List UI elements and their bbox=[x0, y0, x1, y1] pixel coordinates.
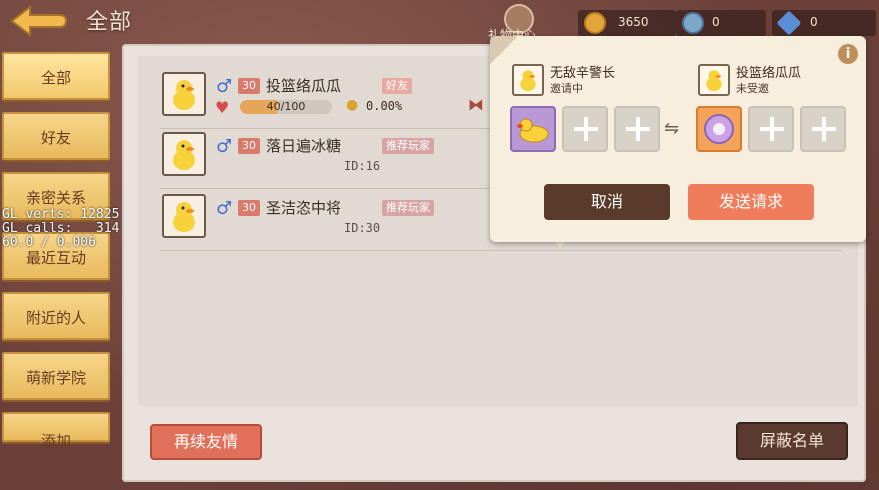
invitee-status: 未受邀 bbox=[736, 82, 769, 95]
item-slot-empty[interactable] bbox=[614, 106, 660, 152]
gold-resource: 3650 bbox=[578, 10, 676, 36]
diamond-resource: 0 bbox=[772, 10, 876, 36]
page-title: 全部 bbox=[86, 10, 133, 35]
duck-avatar-icon bbox=[520, 70, 536, 92]
avatar bbox=[698, 64, 730, 96]
duck-avatar-icon bbox=[173, 140, 195, 170]
level-badge: 30 bbox=[238, 138, 260, 154]
avatar bbox=[162, 132, 206, 176]
player-id: ID:16 bbox=[344, 159, 381, 173]
ratio-value: 0.00% bbox=[366, 99, 403, 113]
avatar bbox=[162, 194, 206, 238]
player-id: ID:30 bbox=[344, 221, 381, 235]
friend-tag: 好友 bbox=[382, 78, 412, 94]
player-name: 圣洁恣中将 bbox=[266, 199, 342, 217]
debug-overlay: GL verts: 12825 GL calls: 314 60.0 / 0.0… bbox=[2, 207, 120, 250]
heart-icon: ♥ bbox=[215, 98, 230, 117]
player-name: 投篮络瓜瓜 bbox=[266, 77, 342, 95]
renew-friendship-button[interactable]: 再续友情 bbox=[150, 424, 262, 460]
gold-coin-icon bbox=[584, 12, 606, 34]
recommend-tag: 推荐玩家 bbox=[382, 138, 434, 154]
diamond-icon bbox=[776, 10, 802, 36]
intimacy-bar: 40/100 bbox=[240, 100, 332, 114]
item-slot-carousel[interactable] bbox=[696, 106, 742, 152]
item-slot-empty[interactable] bbox=[748, 106, 794, 152]
duck-avatar-icon bbox=[173, 80, 195, 110]
item-slot-empty[interactable] bbox=[800, 106, 846, 152]
page-fold bbox=[490, 36, 518, 64]
tab-newbie[interactable]: 萌新学院 bbox=[2, 352, 110, 400]
invitee-name: 投篮络瓜瓜 bbox=[736, 66, 802, 81]
block-list-button[interactable]: 屏蔽名单 bbox=[736, 422, 848, 460]
inviter-name: 无敌辛警长 bbox=[550, 66, 616, 81]
recommend-tag: 推荐玩家 bbox=[382, 200, 434, 216]
carousel-icon bbox=[704, 114, 734, 144]
silver-resource: 0 bbox=[676, 10, 766, 36]
send-request-button[interactable]: 发送请求 bbox=[688, 184, 814, 220]
divider bbox=[160, 250, 842, 251]
duck-avatar-icon bbox=[173, 202, 195, 232]
tab-friends[interactable]: 好友 bbox=[2, 112, 110, 160]
male-icon: ♂ bbox=[216, 76, 233, 97]
silver-coin-icon bbox=[682, 12, 704, 34]
rubber-duck-icon bbox=[517, 118, 549, 143]
interaction-popup: i 无敌辛警长 邀请中 投篮络瓜瓜 未受邀 ⇋ 取消 发送请求 bbox=[490, 36, 866, 242]
coin-stack-icon: ● bbox=[346, 97, 359, 113]
tab-add[interactable]: 添加 bbox=[2, 412, 110, 450]
back-button[interactable] bbox=[8, 3, 68, 39]
male-icon: ♂ bbox=[216, 136, 233, 157]
item-slot-empty[interactable] bbox=[562, 106, 608, 152]
tab-all[interactable]: 全部 bbox=[2, 52, 110, 100]
level-badge: 30 bbox=[238, 78, 260, 94]
inviter-status: 邀请中 bbox=[550, 82, 583, 95]
avatar bbox=[162, 72, 206, 116]
bowtie-icon: ⧓ bbox=[468, 95, 484, 114]
gold-value: 3650 bbox=[618, 15, 649, 29]
silver-value: 0 bbox=[712, 15, 720, 29]
back-arrow-icon bbox=[10, 4, 68, 38]
swap-icon: ⇋ bbox=[664, 118, 680, 139]
duck-avatar-icon bbox=[706, 70, 722, 92]
diamond-value: 0 bbox=[810, 15, 818, 29]
info-icon[interactable]: i bbox=[838, 44, 858, 64]
level-badge: 30 bbox=[238, 200, 260, 216]
male-icon: ♂ bbox=[216, 198, 233, 219]
cancel-button[interactable]: 取消 bbox=[544, 184, 670, 220]
tab-nearby[interactable]: 附近的人 bbox=[2, 292, 110, 340]
player-name: 落日遍冰糖 bbox=[266, 137, 342, 155]
avatar bbox=[512, 64, 544, 96]
item-slot-duck[interactable] bbox=[510, 106, 556, 152]
intimacy-value: 40/100 bbox=[266, 100, 306, 113]
